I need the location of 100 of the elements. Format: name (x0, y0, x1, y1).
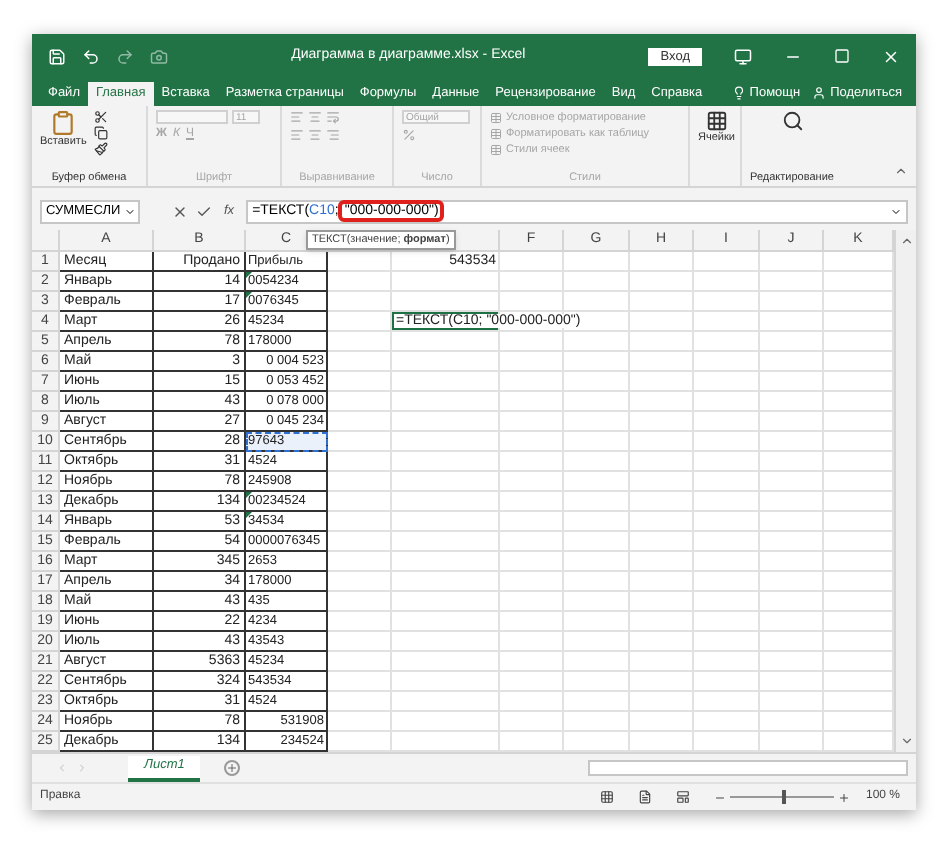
empty-cell (630, 472, 694, 493)
empty-cell (500, 592, 564, 613)
empty-cell (328, 332, 392, 353)
empty-cell (392, 412, 500, 433)
empty-cell (392, 712, 500, 733)
scroll-up-icon[interactable] (899, 234, 913, 249)
empty-cell (564, 372, 630, 393)
empty-cell (760, 352, 824, 373)
zoom-out-icon[interactable] (713, 791, 726, 804)
scroll-down-icon[interactable] (899, 734, 913, 749)
empty-cell (760, 612, 824, 633)
empty-cell (630, 372, 694, 393)
search-button[interactable] (781, 109, 803, 132)
error-indicator-icon (246, 512, 252, 519)
format-painter-icon[interactable] (94, 141, 109, 156)
page-break-icon[interactable] (675, 790, 690, 805)
empty-cell (392, 632, 500, 653)
empty-cell (328, 652, 392, 673)
empty-cell (694, 592, 760, 613)
empty-cell (760, 332, 824, 353)
empty-cell (564, 672, 630, 693)
slider-thumb[interactable] (781, 790, 786, 805)
empty-cell (392, 692, 500, 713)
empty-cell (392, 552, 500, 573)
empty-cell (328, 252, 392, 273)
empty-cell (694, 492, 760, 513)
empty-cell (564, 412, 630, 433)
empty-cell (694, 552, 760, 573)
close-icon[interactable] (882, 47, 900, 66)
empty-cell (500, 632, 564, 653)
save-icon[interactable] (48, 47, 66, 66)
empty-cell (564, 692, 630, 713)
zoom-in-icon[interactable] (837, 791, 850, 804)
empty-cell (328, 552, 392, 573)
empty-cell (392, 272, 500, 293)
empty-cell (760, 412, 824, 433)
empty-cell (694, 292, 760, 313)
empty-cell (694, 432, 760, 453)
empty-cell (694, 472, 760, 493)
lightbulb-icon (731, 86, 746, 101)
empty-cell (392, 592, 500, 613)
empty-cell (760, 392, 824, 413)
empty-cell (392, 492, 500, 513)
empty-cell (760, 632, 824, 653)
empty-cell (392, 392, 500, 413)
empty-cell (564, 512, 630, 533)
cut-icon[interactable] (94, 109, 109, 124)
add-sheet-icon[interactable] (224, 760, 241, 777)
empty-cell (500, 692, 564, 713)
undo-icon[interactable] (82, 47, 100, 66)
empty-cell (630, 692, 694, 713)
empty-cell (564, 592, 630, 613)
enter-icon[interactable] (196, 203, 212, 220)
table-icon (490, 111, 502, 124)
horizontal-scrollbar[interactable] (588, 760, 908, 777)
empty-cell (392, 472, 500, 493)
empty-cell (630, 552, 694, 573)
maximize-icon[interactable] (834, 48, 850, 65)
empty-cell (328, 292, 392, 313)
collapse-ribbon-icon[interactable] (894, 164, 908, 179)
clipboard-icon (50, 109, 77, 136)
empty-cell (630, 292, 694, 313)
empty-cell (500, 612, 564, 633)
normal-view-icon[interactable] (599, 790, 614, 805)
empty-cell (392, 672, 500, 693)
expand-formula-icon[interactable] (890, 205, 902, 218)
empty-cell (328, 472, 392, 493)
empty-cell (694, 412, 760, 433)
table-icon (490, 143, 502, 156)
empty-cell (564, 352, 630, 373)
empty-cell (694, 312, 760, 333)
empty-cell (760, 512, 824, 533)
empty-cell (760, 312, 824, 333)
page-layout-icon[interactable] (637, 790, 652, 805)
empty-cell (500, 452, 564, 473)
empty-cell (392, 452, 500, 473)
empty-cell (630, 272, 694, 293)
empty-cell (392, 572, 500, 593)
empty-cell (760, 692, 824, 713)
empty-cell (760, 492, 824, 513)
empty-cell (328, 412, 392, 433)
copy-icon[interactable] (94, 125, 109, 140)
cancel-icon[interactable] (172, 203, 188, 220)
empty-cell (630, 512, 694, 533)
empty-cell (328, 392, 392, 413)
empty-cell (760, 272, 824, 293)
empty-cell (760, 592, 824, 613)
ribbon-display-icon[interactable] (734, 47, 752, 66)
empty-cell (392, 652, 500, 673)
empty-cell (500, 652, 564, 673)
empty-cell (694, 692, 760, 713)
empty-cell (630, 712, 694, 733)
empty-cell (500, 332, 564, 353)
grid-icon (705, 109, 728, 132)
empty-cell (328, 512, 392, 533)
empty-cell (630, 352, 694, 373)
table-icon (490, 127, 502, 140)
empty-cell (564, 272, 630, 293)
empty-cell (500, 672, 564, 693)
vertical-scrollbar[interactable] (894, 230, 916, 753)
